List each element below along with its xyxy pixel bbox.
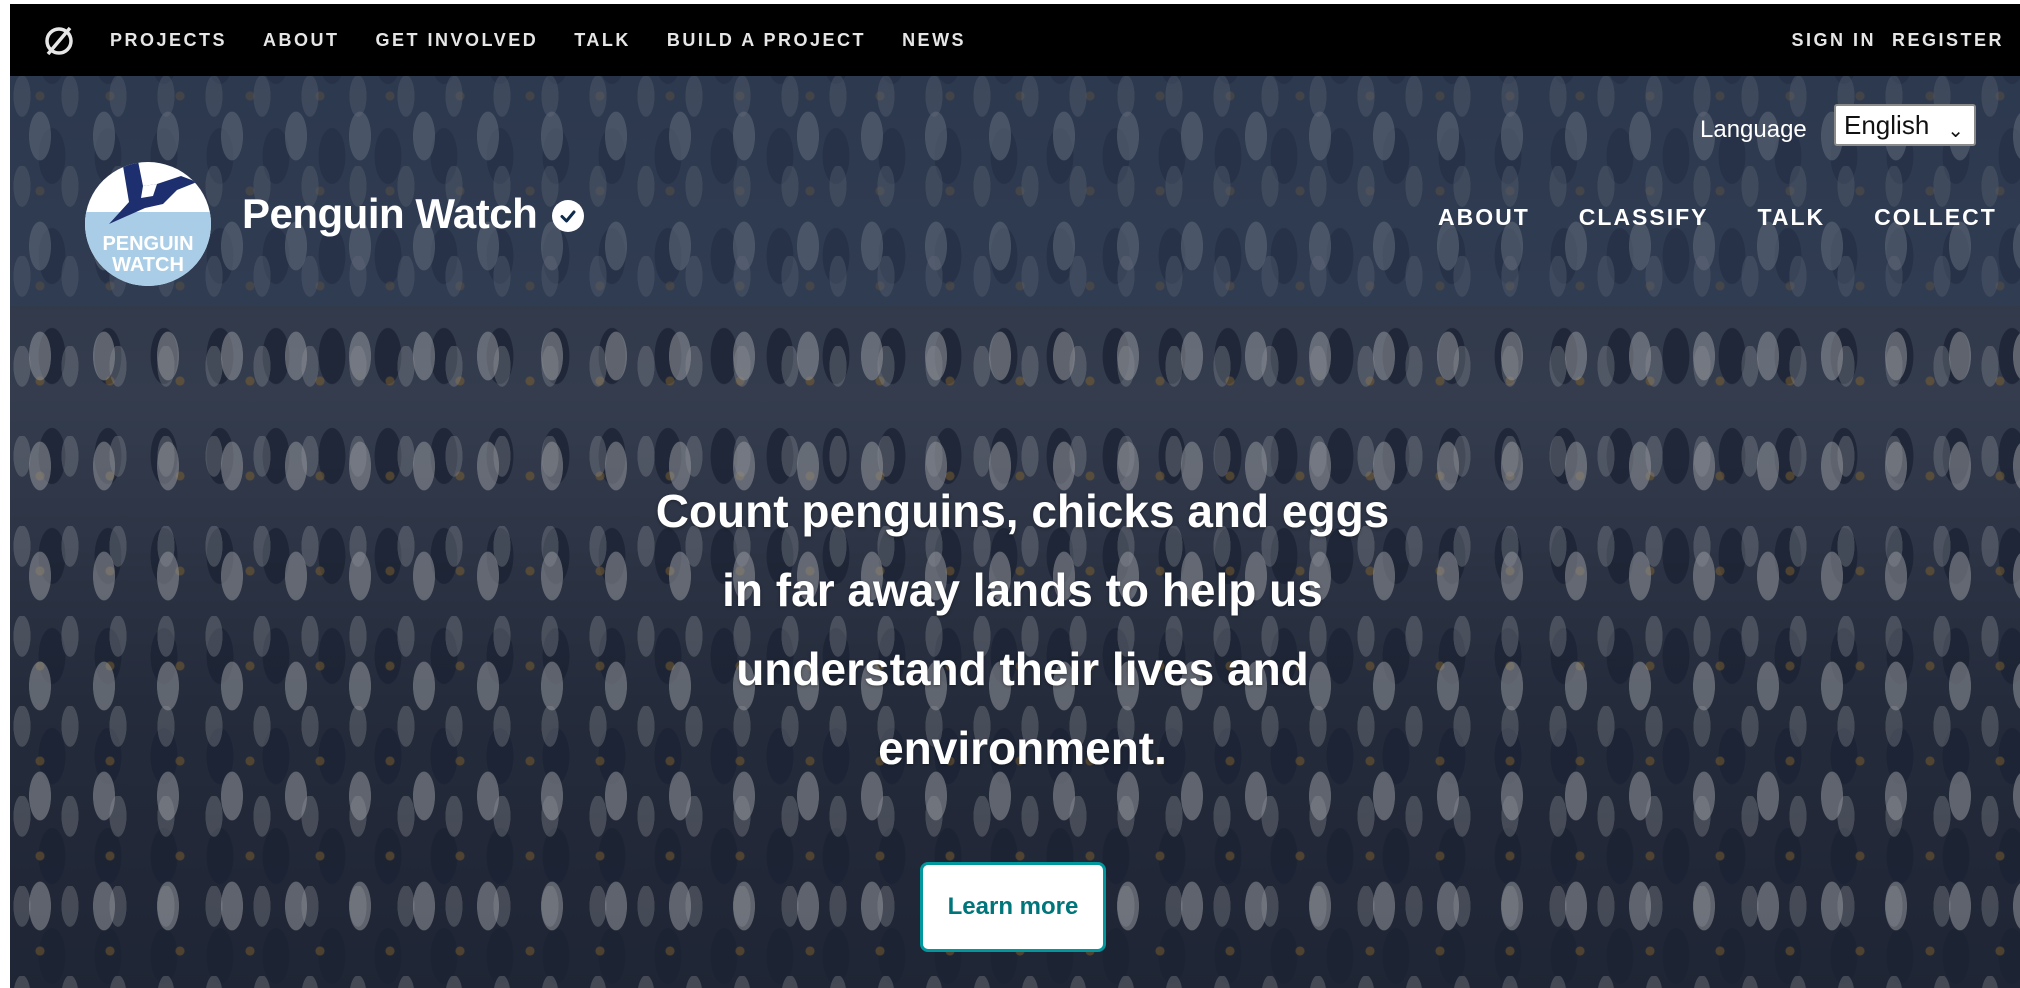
nav-projects[interactable]: PROJECTS bbox=[110, 30, 227, 51]
site-nav: PROJECTS ABOUT GET INVOLVED TALK BUILD A… bbox=[110, 4, 1002, 76]
logo-text-watch: WATCH bbox=[112, 254, 184, 276]
language-select[interactable]: English ⌄ bbox=[1834, 104, 1976, 146]
project-title[interactable]: Penguin Watch bbox=[242, 190, 538, 238]
nav-news[interactable]: NEWS bbox=[902, 30, 966, 51]
verified-badge-icon bbox=[552, 200, 584, 232]
tagline-line: understand their lives and bbox=[736, 643, 1309, 695]
project-nav-talk[interactable]: TALK bbox=[1758, 204, 1826, 231]
learn-more-button[interactable]: Learn more bbox=[920, 862, 1106, 952]
zooniverse-logo-icon[interactable] bbox=[42, 24, 76, 58]
project-logo[interactable]: PENGUIN WATCH bbox=[85, 146, 211, 286]
hero-tagline: Count penguins, chicks and eggs in far a… bbox=[530, 472, 1515, 788]
language-label: Language bbox=[1700, 116, 1807, 143]
tagline-line: Count penguins, chicks and eggs bbox=[655, 485, 1390, 537]
chevron-down-icon: ⌄ bbox=[1947, 120, 1964, 142]
project-nav-collect[interactable]: COLLECT bbox=[1874, 204, 1997, 231]
tagline-line: environment. bbox=[878, 722, 1167, 774]
browser-viewport: PROJECTS ABOUT GET INVOLVED TALK BUILD A… bbox=[10, 4, 2020, 988]
nav-get-involved[interactable]: GET INVOLVED bbox=[376, 30, 539, 51]
nav-build-a-project[interactable]: BUILD A PROJECT bbox=[667, 30, 866, 51]
language-selected-value: English bbox=[1844, 110, 1930, 140]
project-nav: ABOUT CLASSIFY TALK COLLECT bbox=[1438, 204, 1997, 231]
site-topbar: PROJECTS ABOUT GET INVOLVED TALK BUILD A… bbox=[10, 4, 2020, 76]
project-nav-classify[interactable]: CLASSIFY bbox=[1579, 204, 1709, 231]
project-nav-about[interactable]: ABOUT bbox=[1438, 204, 1530, 231]
tagline-line: in far away lands to help us bbox=[722, 564, 1323, 616]
register-link[interactable]: REGISTER bbox=[1892, 30, 2004, 51]
nav-about[interactable]: ABOUT bbox=[263, 30, 340, 51]
auth-nav: SIGN IN REGISTER bbox=[1791, 4, 2020, 76]
nav-talk[interactable]: TALK bbox=[574, 30, 631, 51]
logo-text-penguin: PENGUIN bbox=[102, 233, 193, 255]
sign-in-link[interactable]: SIGN IN bbox=[1791, 30, 1876, 51]
